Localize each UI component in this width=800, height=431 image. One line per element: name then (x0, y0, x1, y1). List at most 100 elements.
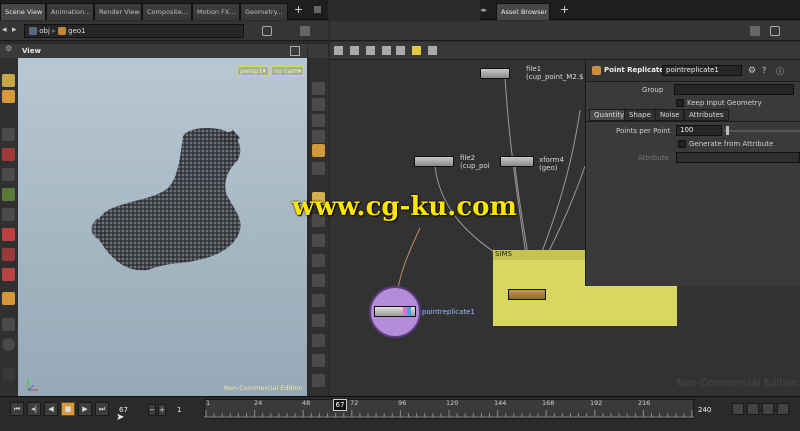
3d-viewport[interactable] (18, 58, 307, 396)
jump-end-button[interactable]: ⏭ (95, 402, 109, 416)
tree-mode-icon[interactable] (350, 46, 359, 55)
pose-tool-icon[interactable] (2, 90, 15, 103)
play-reverse-button[interactable]: ◀ (44, 402, 58, 416)
tab-geometry[interactable]: Geometry... (240, 3, 288, 20)
tab-render-view[interactable]: Render View (94, 3, 142, 20)
display-icon-13[interactable] (312, 314, 325, 327)
pointer-icon[interactable] (2, 128, 15, 141)
tab-attributes[interactable]: Attributes (684, 109, 729, 121)
add-tab-icon-right[interactable]: + (560, 1, 569, 19)
end-frame-field[interactable]: 240 (696, 405, 718, 416)
generate-attr-checkbox[interactable] (678, 140, 686, 148)
ruler-ticks (204, 410, 694, 418)
display-icon-15[interactable] (312, 354, 325, 367)
tab-scroll-icon[interactable]: ◂▸ (480, 6, 487, 14)
snap-icon[interactable] (2, 248, 15, 261)
forward-icon[interactable]: ▸ (12, 25, 17, 35)
render-flag[interactable] (407, 307, 411, 316)
file1-node[interactable] (480, 68, 510, 79)
light-icon[interactable] (312, 144, 325, 157)
display-icon-9[interactable] (312, 234, 325, 247)
tab-motion-fx[interactable]: Motion FX... (192, 3, 240, 20)
sphere-icon[interactable] (2, 338, 15, 351)
layout-icon[interactable] (382, 46, 391, 55)
net-pin-icon[interactable] (770, 26, 780, 36)
tab-composite[interactable]: Composite... (142, 3, 192, 20)
decrement-button[interactable]: − (148, 404, 156, 416)
increment-button[interactable]: + (158, 404, 166, 416)
auto-key-icon[interactable] (747, 403, 759, 415)
grid-mode-icon[interactable] (366, 46, 375, 55)
snap-prim-icon[interactable] (2, 292, 15, 305)
display-icon-12[interactable] (312, 294, 325, 307)
step-back-button[interactable]: ◂| (27, 402, 41, 416)
realtime-icon[interactable] (762, 403, 774, 415)
handle-icon[interactable] (2, 208, 15, 221)
rotate-icon[interactable] (2, 168, 15, 181)
tab-noise[interactable]: Noise (655, 109, 685, 121)
gear-icon[interactable]: ⚙ (748, 66, 756, 76)
stop-button[interactable]: ■ (61, 402, 75, 416)
sticky-note-icon[interactable] (412, 46, 421, 55)
path-menu-icon[interactable] (300, 26, 310, 36)
tool-misc-icon[interactable] (2, 318, 15, 331)
playhead-marker[interactable]: 67 (333, 399, 347, 411)
tab-asset-browser[interactable]: Asset Browser (496, 3, 550, 20)
node-name-field[interactable]: pointreplicate1 (662, 65, 742, 76)
points-slider-track[interactable] (724, 130, 800, 132)
keep-input-checkbox[interactable] (676, 99, 684, 107)
display-icon-11[interactable] (312, 274, 325, 287)
net-menu-icon[interactable] (750, 26, 760, 36)
display-icon-10[interactable] (312, 254, 325, 267)
display-icon-14[interactable] (312, 334, 325, 347)
net-icon-7[interactable] (428, 46, 437, 55)
step-field[interactable]: 1 (174, 405, 200, 416)
group-field[interactable] (674, 84, 794, 95)
info-icon[interactable]: ⓘ (776, 66, 784, 77)
viewport-options-icon[interactable] (290, 46, 300, 56)
display-icon-16[interactable] (312, 374, 325, 387)
tick-label: 96 (398, 399, 407, 407)
jump-start-button[interactable]: ⏮ (10, 402, 24, 416)
display-icon-1[interactable] (312, 82, 325, 95)
display-icon-3[interactable] (312, 114, 325, 127)
camera-menu[interactable]: persp1▾ (237, 66, 269, 76)
display-icon-6[interactable] (312, 162, 325, 175)
tab-scene-view[interactable]: Scene View (0, 3, 46, 20)
points-slider-handle[interactable] (726, 126, 729, 135)
select-tool-icon[interactable] (2, 74, 15, 87)
keyframe-icon[interactable] (732, 403, 744, 415)
snap-grid-icon[interactable] (2, 268, 15, 281)
network-box-icon[interactable] (396, 46, 405, 55)
list-mode-icon[interactable] (334, 46, 343, 55)
pane-menu-icon[interactable] (314, 6, 321, 13)
pointreplicate-node[interactable] (374, 306, 416, 317)
display-icon-2[interactable] (312, 98, 325, 111)
right-pathbar (330, 21, 800, 41)
sims-node[interactable] (508, 289, 546, 300)
back-icon[interactable]: ◂ (2, 25, 7, 35)
range-options-icon[interactable] (777, 403, 789, 415)
view-menu-icon[interactable]: ⚙ (0, 44, 18, 58)
file2-node[interactable] (414, 156, 454, 167)
tab-shape[interactable]: Shape (624, 109, 656, 121)
cam-select-menu[interactable]: no cam▾ (271, 66, 305, 76)
play-button[interactable]: ▶ (78, 402, 92, 416)
right-tab-spacer (330, 0, 480, 20)
tab-animation[interactable]: Animation... (46, 3, 94, 20)
scale-icon[interactable] (2, 188, 15, 201)
lock-icon[interactable] (2, 368, 15, 381)
add-tab-icon[interactable]: + (294, 1, 303, 19)
pin-icon[interactable] (262, 26, 272, 36)
magnet-icon[interactable] (2, 228, 15, 241)
path-field[interactable]: obj ▸ geo1 (24, 24, 244, 38)
attribute-field[interactable] (676, 152, 800, 163)
left-pathbar: ◂ ▸ obj ▸ geo1 (0, 21, 328, 41)
help-icon[interactable]: ? (762, 66, 766, 75)
viewport-corner (308, 44, 328, 58)
xform-node[interactable] (500, 156, 534, 167)
display-icon-4[interactable] (312, 130, 325, 143)
points-per-point-field[interactable]: 100 (676, 125, 722, 136)
particle-cloud (91, 128, 241, 271)
transform-icon[interactable] (2, 148, 15, 161)
